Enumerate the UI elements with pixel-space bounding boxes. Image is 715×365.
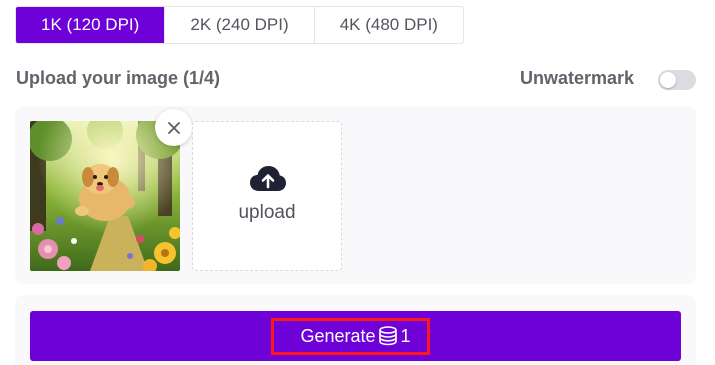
upload-heading: Upload your image (1/4) [16,68,221,88]
remove-image-button[interactable] [155,109,192,146]
resolution-2k-button[interactable]: 2K (240 DPI) [165,7,315,43]
uploaded-image-thumbnail [30,121,180,271]
unwatermark-label: Unwatermark [520,68,635,88]
resolution-4k-button[interactable]: 4K (480 DPI) [315,7,463,43]
generate-cost: 1 [400,325,411,346]
upload-label: upload [238,202,296,223]
resolution-1k-button[interactable]: 1K (120 DPI) [16,7,166,43]
upload-dropzone[interactable]: upload [192,121,342,271]
cloud-upload-icon [250,166,286,191]
generate-button-content: Generate 1 [300,325,410,347]
puppy-image [30,121,180,271]
close-icon [167,121,180,134]
coin-stack-icon [377,325,399,347]
generate-button[interactable]: Generate 1 [30,311,681,361]
resolution-selector: 1K (120 DPI) 2K (240 DPI) 4K (480 DPI) [15,6,464,44]
unwatermark-toggle[interactable] [658,70,696,90]
generate-label: Generate [300,325,376,346]
toggle-knob [660,72,676,88]
